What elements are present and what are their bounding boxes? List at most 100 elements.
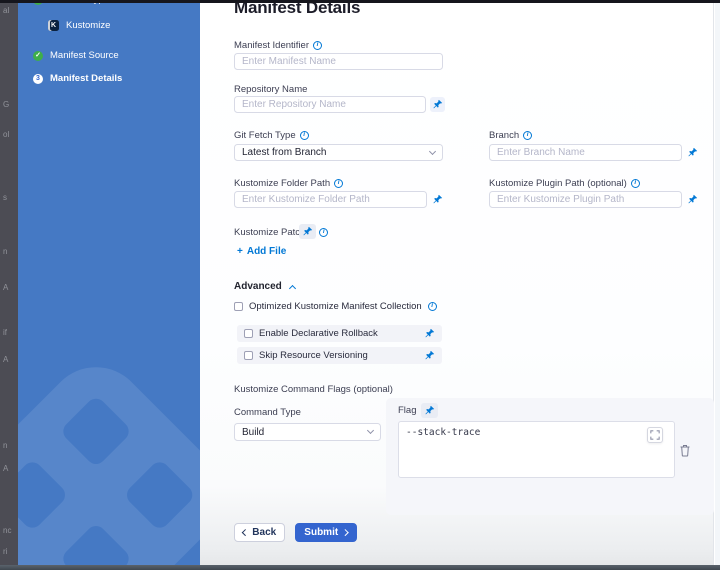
submit-button[interactable]: Submit: [295, 523, 357, 542]
step-label: Kustomize: [66, 20, 110, 31]
optimized-manifest-collection-option: Optimized Kustomize Manifest Collection …: [234, 301, 437, 312]
submit-button-label: Submit: [304, 527, 338, 538]
step-substep-kustomize[interactable]: K Kustomize: [48, 20, 110, 31]
kustomize-plugin-path-label: Kustomize Plugin Path (optional) i: [489, 178, 640, 189]
label-text: Git Fetch Type: [234, 130, 296, 141]
check-icon: ✓: [33, 51, 43, 61]
checkbox-label: Enable Declarative Rollback: [259, 328, 378, 339]
info-icon[interactable]: i: [428, 302, 437, 311]
kustomize-icon: K: [48, 20, 59, 31]
select-value: Build: [242, 427, 264, 438]
manifest-details-drawer-page: al G ol s n A if A n A nc ri ✓ Manifest …: [0, 0, 720, 570]
skip-resource-versioning-option: Skip Resource Versioning: [237, 347, 442, 364]
label-text: Branch: [489, 130, 519, 141]
add-file-button[interactable]: + Add File: [237, 246, 286, 257]
back-button-label: Back: [252, 527, 276, 538]
background-text-fragment: nc: [3, 526, 11, 535]
background-text-fragment: s: [3, 193, 7, 202]
watermark-diamond: [59, 522, 133, 565]
repository-name-input[interactable]: [234, 96, 426, 113]
background-text-fragment: A: [3, 283, 8, 292]
advanced-title: Advanced: [234, 281, 282, 292]
declarative-rollback-option: Enable Declarative Rollback: [237, 325, 442, 342]
plus-icon: +: [237, 246, 243, 257]
window-top-edge: [0, 0, 720, 3]
check-icon: ✓: [33, 3, 43, 5]
label-text: Kustomize Plugin Path (optional): [489, 178, 627, 189]
label-text: Manifest Identifier: [234, 40, 309, 51]
manifest-identifier-input[interactable]: [234, 53, 443, 70]
background-text-fragment: ol: [3, 130, 9, 139]
step-manifest-details[interactable]: 3 Manifest Details: [33, 73, 122, 84]
checkbox-label: Optimized Kustomize Manifest Collection: [249, 301, 422, 312]
runtime-input-pin-icon[interactable]: [430, 97, 445, 112]
dimmed-background-strip: al G ol s n A if A n A nc ri: [0, 0, 18, 570]
chevron-up-icon: [289, 284, 296, 291]
branch-input[interactable]: [489, 144, 682, 161]
checkbox-label: Skip Resource Versioning: [259, 350, 368, 361]
select-value: Latest from Branch: [242, 147, 326, 158]
branch-label: Branch i: [489, 130, 532, 141]
background-text-fragment: al: [3, 6, 9, 15]
chevron-down-icon: [367, 427, 374, 434]
harness-logo-watermark: [18, 347, 200, 565]
manifest-identifier-label: Manifest Identifier i: [234, 40, 322, 51]
drawer-right-gutter: [715, 3, 720, 565]
info-icon[interactable]: i: [313, 41, 322, 50]
step-label: Manifest Type: [50, 3, 109, 5]
chevron-right-icon: [342, 529, 348, 535]
skip-resource-versioning-checkbox[interactable]: [244, 351, 253, 360]
declarative-rollback-checkbox[interactable]: [244, 329, 253, 338]
runtime-input-pin-icon[interactable]: [430, 192, 445, 207]
watermark-diamond: [59, 395, 133, 469]
chevron-left-icon: [242, 529, 248, 535]
kustomize-plugin-path-input[interactable]: [489, 191, 682, 208]
background-text-fragment: n: [3, 247, 7, 256]
label-text: Repository Name: [234, 84, 307, 95]
runtime-input-pin-icon[interactable]: [299, 224, 316, 239]
info-icon[interactable]: i: [523, 131, 532, 140]
runtime-input-pin-icon[interactable]: [685, 192, 700, 207]
watermark-diamond: [18, 458, 69, 532]
step-number-badge: 3: [33, 74, 43, 84]
step-manifest-source[interactable]: ✓ Manifest Source: [33, 50, 119, 61]
window-bottom-edge: [0, 565, 720, 570]
chevron-down-icon: [429, 147, 436, 154]
step-label: Manifest Source: [50, 50, 119, 61]
runtime-input-pin-icon[interactable]: [424, 328, 435, 339]
command-type-select[interactable]: Build: [234, 423, 381, 441]
optimized-manifest-collection-checkbox[interactable]: [234, 302, 243, 311]
runtime-input-pin-icon[interactable]: [685, 145, 700, 160]
command-flags-section-label: Kustomize Command Flags (optional): [234, 384, 393, 395]
label-text: Kustomize Folder Path: [234, 178, 330, 189]
flag-label: Flag: [398, 405, 416, 416]
info-icon[interactable]: i: [319, 228, 328, 237]
repository-name-label: Repository Name: [234, 84, 307, 95]
runtime-input-pin-icon[interactable]: [421, 403, 438, 418]
watermark-diamond: [123, 458, 197, 532]
background-text-fragment: A: [3, 355, 8, 364]
background-text-fragment: ri: [3, 547, 7, 556]
add-file-label: Add File: [247, 246, 286, 257]
background-text-fragment: G: [3, 100, 9, 109]
expand-editor-icon[interactable]: [647, 427, 663, 443]
kustomize-folder-path-label: Kustomize Folder Path i: [234, 178, 343, 189]
advanced-section-toggle[interactable]: Advanced: [234, 281, 295, 292]
info-icon[interactable]: i: [631, 179, 640, 188]
wizard-steps-sidebar: ✓ Manifest Type K Kustomize ✓ Manifest S…: [18, 3, 200, 565]
runtime-input-pin-icon[interactable]: [424, 350, 435, 361]
back-button[interactable]: Back: [234, 523, 285, 542]
step-label: Manifest Details: [50, 73, 122, 84]
kustomize-folder-path-input[interactable]: [234, 191, 427, 208]
info-icon[interactable]: i: [300, 131, 309, 140]
info-icon[interactable]: i: [334, 179, 343, 188]
step-manifest-type[interactable]: ✓ Manifest Type: [33, 3, 109, 5]
git-fetch-type-label: Git Fetch Type i: [234, 130, 309, 141]
background-text-fragment: if: [3, 328, 7, 337]
flag-value-textarea[interactable]: --stack-trace: [398, 421, 675, 478]
git-fetch-type-select[interactable]: Latest from Branch: [234, 144, 443, 161]
command-type-label: Command Type: [234, 407, 301, 418]
background-text-fragment: A: [3, 464, 8, 473]
background-text-fragment: n: [3, 441, 7, 450]
delete-flag-icon[interactable]: [679, 444, 691, 462]
